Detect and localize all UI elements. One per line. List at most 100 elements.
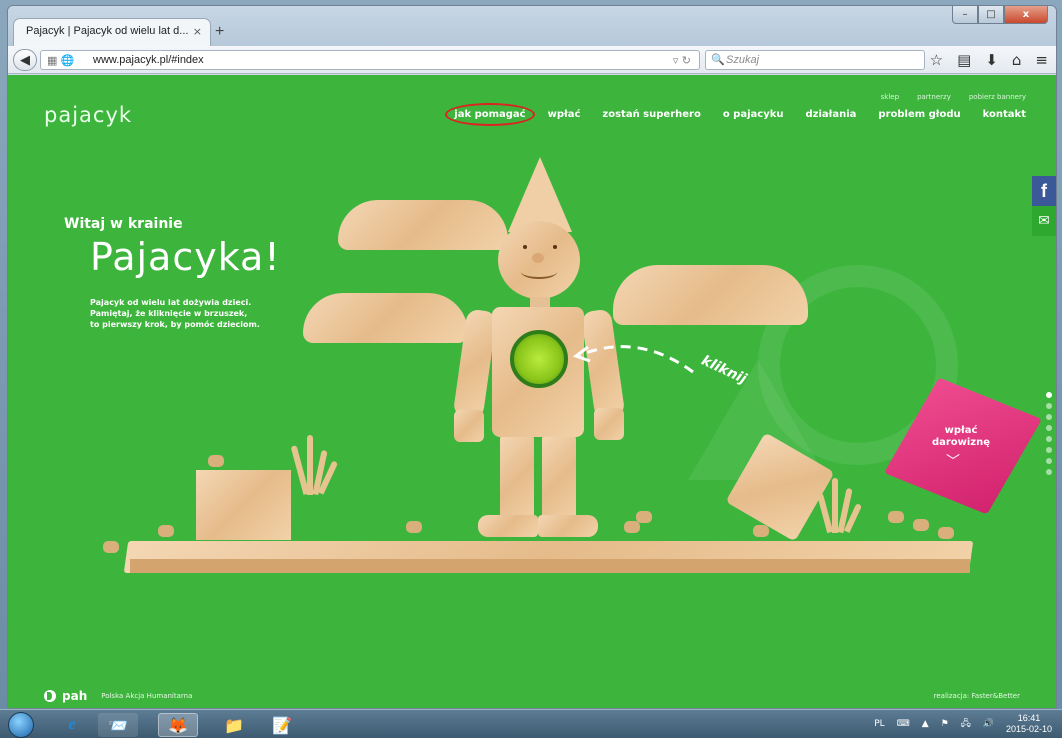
back-arrow-icon: ◀ xyxy=(20,52,30,68)
wooden-pebble xyxy=(208,455,224,467)
hero-intro: Pajacyk od wielu lat dożywia dzieci. Pam… xyxy=(90,297,300,330)
nav-wplac[interactable]: wpłać xyxy=(548,109,581,120)
pagination-dot[interactable] xyxy=(1046,447,1052,453)
wooden-block xyxy=(196,470,291,540)
facebook-icon[interactable]: f xyxy=(1032,176,1056,206)
puppet-eye xyxy=(523,245,527,249)
pagination-dot[interactable] xyxy=(1046,458,1052,464)
flag-icon[interactable]: ⚑ xyxy=(941,719,949,729)
wooden-pebble xyxy=(913,519,929,531)
pagination-dot[interactable] xyxy=(1046,425,1052,431)
wooden-base-front xyxy=(130,559,970,573)
puppet-belly-button[interactable] xyxy=(510,330,568,388)
search-placeholder: Szukaj xyxy=(726,54,760,66)
top-link-sklep[interactable]: sklep xyxy=(881,93,899,101)
browser-toolbar: ☆ ▤ ⬇ ⌂ ≡ xyxy=(930,51,1048,69)
site-identity-icon[interactable]: ▦ 🌐 xyxy=(47,54,75,67)
wooden-grass xyxy=(816,473,863,534)
wooden-pebble xyxy=(753,525,769,537)
tray-expand-icon[interactable]: ▲ xyxy=(922,719,929,729)
wooden-cloud xyxy=(303,293,468,343)
puppet-smile xyxy=(521,265,557,279)
start-button[interactable] xyxy=(8,712,34,738)
nav-jak-pomagac[interactable]: jak pomagać xyxy=(445,103,535,126)
hero-title: Pajacyka! xyxy=(90,235,281,279)
desktop: Pajacyk | Pajacyk od wielu lat d... × + … xyxy=(0,0,1062,738)
firefox-icon[interactable]: 🦊 xyxy=(158,713,198,737)
nav-dzialania[interactable]: działania xyxy=(805,109,856,120)
url-text[interactable]: www.pajacyk.pl/#index xyxy=(93,54,204,66)
keyboard-icon[interactable]: ⌨ xyxy=(897,719,910,729)
title-bar: Pajacyk | Pajacyk od wielu lat d... × + … xyxy=(8,6,1056,46)
volume-icon[interactable]: 🔊 xyxy=(983,719,994,729)
tab-close-icon[interactable]: × xyxy=(193,25,202,38)
mail-icon[interactable]: ✉ xyxy=(1032,206,1056,236)
intro-line: Pamiętaj, że kliknięcie w brzuszek, xyxy=(90,309,248,318)
footer-credits[interactable]: realizacja: Faster&Better xyxy=(934,692,1020,700)
donate-label[interactable]: wpłać darowiznę xyxy=(926,425,996,449)
system-tray: PL ⌨ ▲ ⚑ 🖧 🔊 16:41 2015-02-10 xyxy=(874,713,1052,735)
pah-logo-icon xyxy=(44,690,56,702)
puppet-leg xyxy=(542,435,576,525)
wooden-cloud xyxy=(338,200,508,250)
language-indicator[interactable]: PL xyxy=(874,719,884,729)
pah-full-name: Polska Akcja Humanitarna xyxy=(101,692,193,700)
search-input[interactable]: 🔍 Szukaj xyxy=(705,50,925,70)
section-pagination xyxy=(1046,392,1052,475)
wooden-pebble xyxy=(636,511,652,523)
nav-o-pajacyku[interactable]: o pajacyku xyxy=(723,109,784,120)
pagination-dot[interactable] xyxy=(1046,469,1052,475)
pah-name: pah xyxy=(62,689,88,703)
download-icon[interactable]: ⬇ xyxy=(985,51,998,69)
donate-line: wpłać xyxy=(944,425,978,436)
puppet-nose xyxy=(532,253,544,263)
taskbar: e 📨 🦊 📁 📝 PL ⌨ ▲ ⚑ 🖧 🔊 16:41 2015-02-10 xyxy=(0,709,1062,738)
wooden-cloud xyxy=(613,265,808,325)
word-icon[interactable]: 📝 xyxy=(262,713,302,737)
hero-greeting: Witaj w krainie xyxy=(64,216,183,232)
search-icon: 🔍 xyxy=(711,53,725,66)
internet-explorer-icon[interactable]: e xyxy=(52,713,92,737)
footer-brand[interactable]: pah Polska Akcja Humanitarna xyxy=(44,689,192,703)
menu-icon[interactable]: ≡ xyxy=(1035,51,1048,69)
browser-tab[interactable]: Pajacyk | Pajacyk od wielu lat d... × xyxy=(13,18,211,46)
wooden-pebble xyxy=(938,527,954,539)
wooden-pebble xyxy=(158,525,174,537)
minimize-button[interactable]: – xyxy=(952,6,978,24)
pagination-dot[interactable] xyxy=(1046,436,1052,442)
tab-title: Pajacyk | Pajacyk od wielu lat d... xyxy=(26,25,189,37)
pagination-dot[interactable] xyxy=(1046,414,1052,420)
back-button[interactable]: ◀ xyxy=(13,49,37,71)
nav-zostan-superhero[interactable]: zostań superhero xyxy=(602,109,700,120)
site-logo[interactable]: pajacyk xyxy=(44,103,132,127)
reload-icon[interactable]: ▿ ↻ xyxy=(673,54,691,67)
puppet-hand xyxy=(594,408,624,440)
clock[interactable]: 16:41 2015-02-10 xyxy=(1006,713,1052,735)
new-tab-button[interactable]: + xyxy=(215,23,224,41)
file-explorer-icon[interactable]: 📁 xyxy=(214,713,254,737)
nav-kontakt[interactable]: kontakt xyxy=(983,109,1026,120)
wooden-pebble xyxy=(624,521,640,533)
top-link-partnerzy[interactable]: partnerzy xyxy=(917,93,951,101)
donate-line: darowiznę xyxy=(931,437,991,448)
pagination-dot[interactable] xyxy=(1046,392,1052,398)
nav-problem-glodu[interactable]: problem głodu xyxy=(878,109,960,120)
home-icon[interactable]: ⌂ xyxy=(1012,51,1022,69)
pagination-dot[interactable] xyxy=(1046,403,1052,409)
network-icon[interactable]: 🖧 xyxy=(961,716,971,732)
click-hint-arrow xyxy=(572,345,694,374)
outlook-icon[interactable]: 📨 xyxy=(98,713,138,737)
close-button[interactable]: x xyxy=(1004,6,1048,24)
window-controls: – □ x xyxy=(952,6,1048,24)
intro-line: Pajacyk od wielu lat dożywia dzieci. xyxy=(90,298,252,307)
bookmarks-list-icon[interactable]: ▤ xyxy=(957,51,971,69)
top-links: sklep partnerzy pobierz bannery xyxy=(881,93,1026,101)
top-link-bannery[interactable]: pobierz bannery xyxy=(969,93,1026,101)
address-bar[interactable]: ▦ 🌐 www.pajacyk.pl/#index ▿ ↻ xyxy=(40,50,700,70)
puppet-foot xyxy=(478,515,538,537)
puppet-leg xyxy=(500,435,534,525)
web-page: pajacyk sklep partnerzy pobierz bannery … xyxy=(8,75,1056,708)
maximize-button[interactable]: □ xyxy=(978,6,1004,24)
wooden-pebble xyxy=(888,511,904,523)
bookmark-star-icon[interactable]: ☆ xyxy=(930,51,943,69)
